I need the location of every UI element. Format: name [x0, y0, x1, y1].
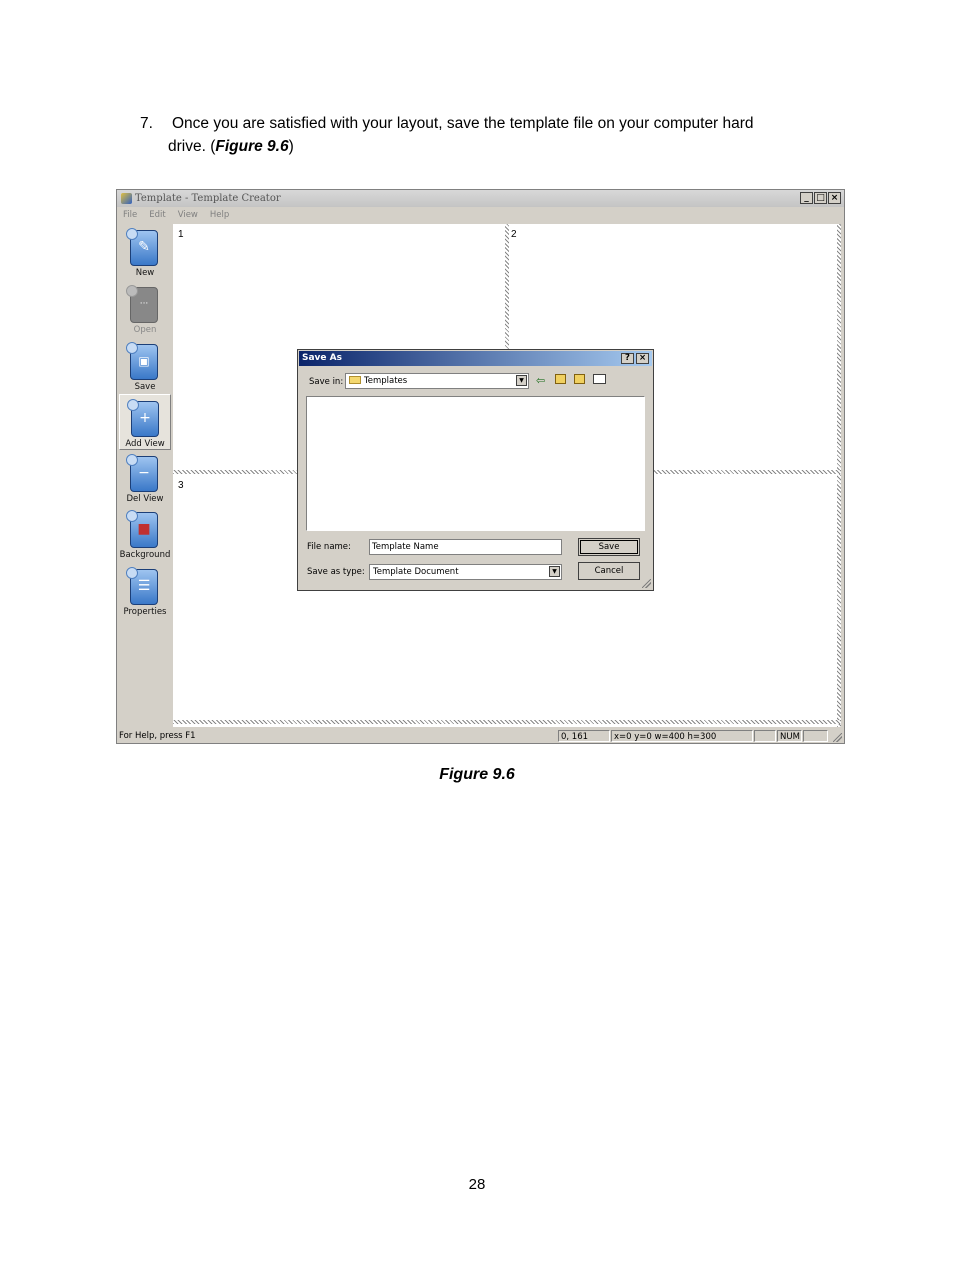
toolbar-label: Add View	[125, 439, 165, 449]
save-disk-icon: ▣	[126, 342, 158, 380]
toolbar-save[interactable]: ▣ Save	[119, 338, 171, 394]
del-view-icon: −	[126, 454, 158, 492]
status-empty-cell	[754, 730, 776, 742]
toolbar-label: New	[135, 268, 155, 278]
dropdown-arrow-icon: ▼	[516, 375, 527, 386]
resize-grip-icon[interactable]	[833, 733, 842, 742]
up-folder-icon[interactable]	[555, 374, 566, 384]
save-in-label: Save in:	[309, 377, 344, 387]
dialog-controls: ? ×	[621, 353, 649, 364]
status-coords: 0, 161	[558, 730, 610, 742]
save-as-dialog: Save As ? × Save in: Templates ▼ ⇦ File …	[297, 349, 654, 591]
menu-file[interactable]: File	[123, 208, 137, 222]
figure-reference: Figure 9.6	[215, 138, 289, 155]
new-pen-icon: ✎	[126, 228, 158, 266]
step-paragraph: 7. Once you are satisfied with your layou…	[140, 112, 842, 158]
status-geometry: x=0 y=0 w=400 h=300	[611, 730, 753, 742]
folder-icon	[349, 376, 361, 384]
back-arrow-icon[interactable]: ⇦	[536, 374, 545, 387]
step-text-suffix: )	[288, 138, 294, 155]
dropdown-arrow-icon: ▼	[549, 566, 560, 577]
status-help-text: For Help, press F1	[119, 731, 196, 741]
save-as-type-dropdown[interactable]: Template Document ▼	[369, 564, 562, 580]
dialog-title-bar: Save As ? ×	[299, 351, 652, 366]
step-text-line1: Once you are satisfied with your layout,…	[172, 115, 754, 132]
step-number: 7.	[140, 115, 153, 132]
add-view-icon: +	[127, 399, 159, 437]
step-text-prefix: drive. (	[168, 138, 216, 155]
window-title: Template - Template Creator	[135, 193, 281, 204]
save-in-dropdown[interactable]: Templates ▼	[345, 373, 529, 389]
view-label-3: 3	[178, 480, 184, 491]
toolbar-new[interactable]: ✎ New	[119, 224, 171, 280]
menu-bar: File Edit View Help	[117, 208, 844, 222]
menu-view[interactable]: View	[178, 208, 198, 222]
cancel-button[interactable]: Cancel	[578, 562, 640, 580]
toolbar-label: Properties	[123, 607, 167, 617]
dialog-close-button[interactable]: ×	[636, 353, 649, 364]
toolbar-add-view[interactable]: + Add View	[119, 394, 171, 450]
view-label-1: 1	[178, 229, 184, 240]
status-bar: For Help, press F1 0, 161 x=0 y=0 w=400 …	[117, 728, 844, 744]
toolbar-label: Del View	[126, 494, 164, 504]
page-number: 28	[468, 1176, 486, 1193]
app-icon	[121, 193, 132, 204]
title-bar: Template - Template Creator _ □ ×	[117, 190, 844, 207]
maximize-button[interactable]: □	[814, 192, 827, 204]
toolbar-sidebar: ✎ New ··· Open ▣ Save + Add View − Del V…	[117, 224, 174, 727]
toolbar-del-view[interactable]: − Del View	[119, 450, 171, 506]
minimize-button[interactable]: _	[800, 192, 813, 204]
toolbar-open[interactable]: ··· Open	[119, 281, 171, 337]
window-controls: _ □ ×	[800, 192, 841, 204]
canvas-right-border[interactable]	[837, 224, 841, 727]
file-list[interactable]	[306, 396, 645, 531]
status-scroll	[803, 730, 828, 742]
dialog-resize-grip-icon[interactable]	[642, 579, 651, 588]
properties-icon: ☰	[126, 567, 158, 605]
save-button[interactable]: Save	[578, 538, 640, 556]
canvas-bottom-border[interactable]	[173, 720, 841, 724]
toolbar-label: Save	[134, 382, 156, 392]
status-num: NUM	[777, 730, 802, 742]
dialog-help-button[interactable]: ?	[621, 353, 634, 364]
toolbar-label: Open	[133, 325, 157, 335]
close-button[interactable]: ×	[828, 192, 841, 204]
step-text-line2: drive. (Figure 9.6)	[140, 135, 842, 158]
menu-help[interactable]: Help	[210, 208, 229, 222]
dialog-title: Save As	[302, 353, 342, 363]
figure-caption: Figure 9.6	[439, 766, 515, 783]
view-label-2: 2	[511, 229, 517, 240]
save-as-type-value: Template Document	[373, 567, 459, 577]
toolbar-label: Background	[119, 550, 171, 560]
view-menu-icon[interactable]	[593, 374, 606, 384]
background-icon: ■	[126, 510, 158, 548]
open-icon: ···	[126, 285, 158, 323]
save-as-type-label: Save as type:	[307, 567, 365, 577]
save-in-value: Templates	[364, 376, 408, 386]
file-name-input[interactable]: Template Name	[369, 539, 562, 555]
menu-edit[interactable]: Edit	[149, 208, 165, 222]
new-folder-icon[interactable]	[574, 374, 585, 384]
file-name-label: File name:	[307, 542, 351, 552]
toolbar-background[interactable]: ■ Background	[119, 506, 171, 562]
toolbar-properties[interactable]: ☰ Properties	[119, 563, 171, 619]
